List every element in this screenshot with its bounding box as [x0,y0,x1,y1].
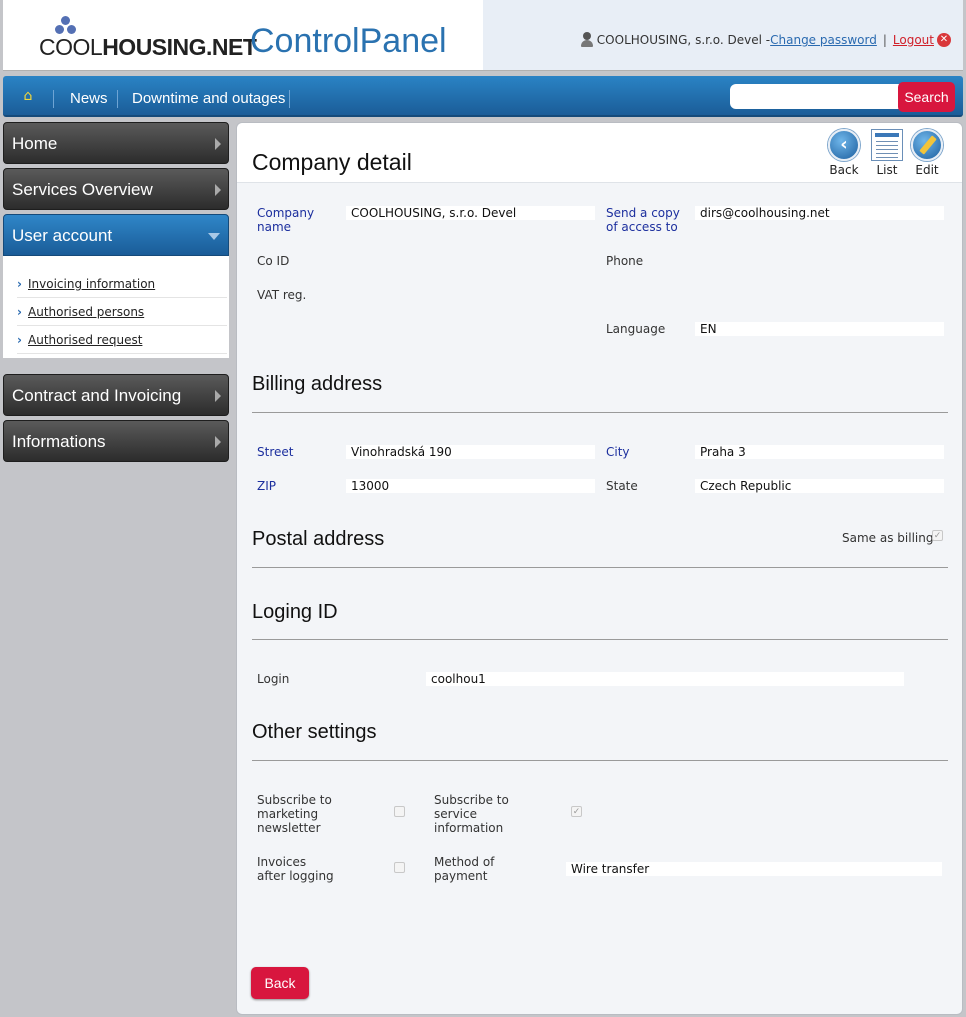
logout-link[interactable]: Logout [893,33,934,47]
co-id-label: Co ID [257,254,290,268]
login-label: Login [257,672,290,686]
company-name-label: Company name [257,206,315,234]
city-value: Praha 3 [695,445,944,459]
header-separator: | [882,33,887,47]
submenu-item-authorised-persons[interactable]: › Authorised persons [17,298,227,326]
invoices-after-logging-label: Invoices after logging [257,855,334,883]
chevron-right-icon: › [17,277,22,291]
sidebar-item-user-account[interactable]: User account [3,214,229,256]
invoices-after-logging-checkbox[interactable] [394,862,405,873]
toolbar-label: Edit [915,163,939,177]
user-icon [580,32,594,48]
method-of-payment-label: Method of payment [434,855,495,883]
section-divider [252,639,948,640]
toolbar-list-button[interactable]: List [871,129,903,177]
coolhousing-logo[interactable]: COOLHOUSING.NET [39,14,257,64]
search-input[interactable] [730,84,900,109]
sidebar-item-label: Informations [12,432,106,451]
logout-icon[interactable]: ✕ [937,33,951,47]
sidebar-item-informations[interactable]: Informations [3,420,229,462]
chevron-right-icon: › [17,305,22,319]
submenu-link[interactable]: Invoicing information [28,277,155,291]
zip-label: ZIP [257,479,276,493]
nav-separator [117,90,118,108]
user-account-submenu: › Invoicing information › Authorised per… [3,256,229,358]
list-icon [871,129,903,161]
sidebar-item-label: Contract and Invoicing [12,386,182,405]
user-area: COOLHOUSING, s.r.o. Devel - Change passw… [580,32,951,48]
chevron-right-icon [215,138,221,150]
billing-address-title: Billing address [252,373,383,395]
language-value: EN [695,322,944,336]
login-value: coolhou1 [426,672,904,686]
nav-item-news[interactable]: News [70,76,108,117]
sidebar-item-label: Services Overview [12,180,153,199]
page-title: Company detail [252,149,412,175]
section-divider [252,567,948,568]
chevron-right-icon [215,390,221,402]
sidebar-item-label: Home [12,134,58,153]
submenu-item-authorised-request[interactable]: › Authorised request [17,326,227,354]
service-information-checkbox[interactable]: ✓ [571,806,582,817]
submenu-link[interactable]: Authorised request [28,333,142,347]
submenu-link[interactable]: Authorised persons [28,305,144,319]
pencil-icon [911,129,943,161]
sidebar-item-contract-invoicing[interactable]: Contract and Invoicing [3,374,229,416]
postal-address-title: Postal address [252,528,385,550]
toolbar-label: List [876,163,898,177]
street-value: Vinohradská 190 [346,445,595,459]
toolbar-label: Back [829,163,859,177]
chevron-down-icon [208,233,220,240]
change-password-link[interactable]: Change password [770,33,877,47]
nav-separator [289,90,290,108]
toolbar-edit-button[interactable]: Edit [911,129,943,177]
sidebar-item-services-overview[interactable]: Services Overview [3,168,229,210]
chevron-right-icon [215,184,221,196]
loging-id-title: Loging ID [252,601,338,623]
send-copy-value: dirs@coolhousing.net [695,206,944,220]
language-label: Language [606,322,666,336]
same-as-billing-label: Same as billing [842,531,934,545]
logo-text: COOLHOUSING.NET [39,34,257,60]
send-copy-label: Send a copy of access to [606,206,680,234]
vat-reg-label: VAT reg. [257,288,307,302]
submenu-item-invoicing-information[interactable]: › Invoicing information [17,270,227,298]
home-icon[interactable]: ⌂ [19,88,37,104]
phone-label: Phone [606,254,644,268]
zip-value: 13000 [346,479,595,493]
city-label: City [606,445,630,459]
page-header: COOLHOUSING.NET ControlPanel COOLHOUSING… [3,0,963,71]
nav-separator [53,90,54,108]
section-divider [252,412,948,413]
sidebar: Home Services Overview User account › In… [3,122,229,466]
state-label: State [606,479,638,493]
sidebar-item-home[interactable]: Home [3,122,229,164]
street-label: Street [257,445,294,459]
user-name: COOLHOUSING, s.r.o. Devel - [596,33,771,47]
company-detail-panel: Company detail ‹ Back List Edit Company … [236,122,963,1015]
nav-item-downtime[interactable]: Downtime and outages [132,76,285,117]
method-of-payment-value: Wire transfer [566,862,942,876]
service-information-label: Subscribe to service information [434,793,509,835]
chevron-right-icon: › [17,333,22,347]
state-value: Czech Republic [695,479,944,493]
chevron-right-icon [215,436,221,448]
company-name-value: COOLHOUSING, s.r.o. Devel [346,206,595,220]
back-button[interactable]: Back [251,967,309,999]
app-title: ControlPanel [250,22,447,60]
marketing-newsletter-label: Subscribe to marketing newsletter [257,793,332,835]
toolbar-back-button[interactable]: ‹ Back [828,129,860,177]
marketing-newsletter-checkbox[interactable] [394,806,405,817]
search-button[interactable]: Search [898,82,955,112]
other-settings-title: Other settings [252,721,377,743]
back-arrow-icon: ‹ [828,129,860,161]
section-divider [252,760,948,761]
same-as-billing-checkbox[interactable]: ✓ [932,530,943,541]
sidebar-item-label: User account [12,226,113,245]
main-navigation: ⌂ News Downtime and outages Search [3,76,963,117]
